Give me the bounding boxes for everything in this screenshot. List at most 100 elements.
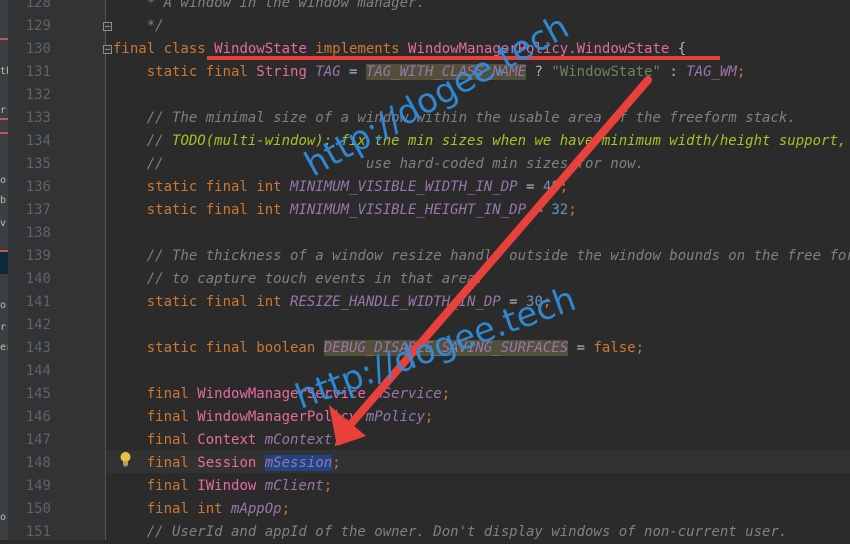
code-token: : (660, 64, 687, 80)
tool-window-label[interactable]: r (0, 105, 8, 117)
line-number: 140 (25, 271, 51, 287)
line-number: 136 (25, 179, 51, 195)
code-token: final (113, 478, 198, 494)
code-token: * A window in the window manager. (113, 0, 425, 11)
code-token: ; (736, 64, 746, 80)
line-number: 138 (25, 225, 51, 241)
code-token: { (669, 41, 687, 57)
lightbulb-icon[interactable] (119, 451, 132, 467)
line-number: 150 (25, 501, 51, 517)
tool-window-label[interactable]: o (0, 512, 8, 524)
line-number: 135 (25, 156, 51, 172)
code-token: static final int (113, 179, 291, 195)
code-line[interactable]: final WindowManagerService mService; (113, 383, 450, 406)
line-number: 151 (25, 524, 51, 540)
code-token: // to capture touch events in that area. (113, 271, 484, 287)
line-number: 134 (25, 133, 51, 149)
code-line[interactable]: // The minimal size of a window within t… (113, 107, 796, 130)
line-number: 146 (25, 409, 51, 425)
code-token: = (568, 340, 594, 356)
code-token: = (340, 64, 366, 80)
code-token: 48 (542, 179, 560, 195)
code-token: static final (113, 64, 257, 80)
code-token: // (113, 133, 173, 149)
code-line[interactable]: // The thickness of a window resize hand… (113, 245, 850, 268)
code-token: TAG (315, 64, 341, 80)
code-line[interactable]: // TODO(multi-window): fix the min sizes… (113, 130, 847, 153)
code-token: ; (635, 340, 645, 356)
tool-window-label[interactable]: th (0, 66, 8, 78)
code-token: TODO(multi-window): fix the min sizes wh… (172, 133, 847, 149)
code-token: final (113, 409, 198, 425)
code-token: mPolicy (357, 409, 425, 425)
line-number: 130 (25, 41, 51, 57)
tool-window-label[interactable]: o (0, 300, 8, 312)
code-token: RESIZE_HANDLE_WIDTH_IN_DP (290, 294, 501, 310)
code-token: mSession (264, 455, 333, 471)
error-marker (0, 132, 8, 134)
tool-window-label[interactable]: er (0, 342, 8, 354)
code-token: ; (568, 202, 577, 218)
code-token: ; (281, 501, 291, 517)
code-token: final (113, 386, 198, 402)
code-line[interactable]: */ (113, 15, 164, 38)
code-line[interactable]: static final int MINIMUM_VISIBLE_HEIGHT_… (113, 199, 577, 222)
code-token: static final int (113, 202, 291, 218)
code-token: Context (197, 432, 257, 448)
code-token: // The thickness of a window resize hand… (113, 248, 850, 264)
line-number: 133 (25, 110, 51, 126)
line-number: 143 (25, 340, 51, 356)
tool-window-label[interactable]: o (0, 175, 8, 187)
code-token: mContext (256, 432, 333, 448)
tool-window-label[interactable]: v (0, 218, 8, 230)
code-line[interactable]: // UserId and appId of the owner. Don't … (113, 521, 788, 544)
line-number: 128 (25, 0, 51, 11)
code-token: // use hard-coded min sizes for now. (113, 156, 645, 172)
line-number: 137 (25, 202, 51, 218)
code-token: static final int (113, 294, 291, 310)
line-number-gutter: 128 129 130 131 132 133 134 135 136 137 138 139 140 1… (9, 0, 112, 540)
line-number: 139 (25, 248, 51, 264)
code-line[interactable]: // to capture touch events in that area. (113, 268, 484, 291)
error-marker (0, 38, 8, 40)
code-line[interactable]: final WindowManagerPolicy mPolicy; (113, 406, 434, 429)
code-token: TAG_WM (686, 64, 737, 80)
code-token: ; (424, 409, 434, 425)
code-token: = (526, 202, 552, 218)
code-token: 32 (551, 202, 569, 218)
code-token: false (593, 340, 636, 356)
code-token: ; (559, 179, 569, 195)
code-line[interactable]: // use hard-coded min sizes for now. (113, 153, 644, 176)
code-token: implements (306, 41, 409, 57)
code-token: MINIMUM_VISIBLE_HEIGHT_IN_DP (290, 202, 527, 218)
line-number: 148 (25, 455, 51, 471)
code-token: WindowManagerPolicy (197, 409, 358, 425)
code-token: "WindowState" (551, 64, 661, 80)
code-token: Session (197, 455, 257, 471)
code-token: ; (441, 386, 451, 402)
code-token: // The minimal size of a window within t… (113, 110, 796, 126)
code-token: ; (323, 478, 333, 494)
code-token: final int (113, 501, 232, 517)
code-token: = (517, 179, 543, 195)
line-number: 147 (25, 432, 51, 448)
code-line[interactable]: final int mAppOp; (113, 498, 290, 521)
code-line[interactable]: final Session mSession; (113, 452, 341, 475)
code-token: */ (113, 18, 164, 34)
tool-window-label[interactable]: b (0, 195, 8, 207)
code-token: ; (332, 432, 341, 448)
line-number: 144 (25, 363, 51, 379)
selected-tool-tab[interactable] (0, 252, 8, 274)
code-line[interactable]: final class WindowState implements Windo… (113, 38, 686, 61)
code-token: WindowState (214, 41, 307, 57)
code-line[interactable]: * A window in the window manager. (113, 0, 425, 15)
tool-window-label[interactable]: r (0, 322, 8, 334)
code-token: MINIMUM_VISIBLE_WIDTH_IN_DP (290, 179, 518, 195)
code-line[interactable]: static final int MINIMUM_VISIBLE_WIDTH_I… (113, 176, 568, 199)
left-tool-strip: throbvorero (0, 0, 9, 540)
code-token: ; (332, 455, 341, 471)
code-line[interactable]: final Context mContext; (113, 429, 341, 452)
code-line[interactable]: final IWindow mClient; (113, 475, 332, 498)
line-number: 142 (25, 317, 51, 333)
line-number: 141 (25, 294, 51, 310)
